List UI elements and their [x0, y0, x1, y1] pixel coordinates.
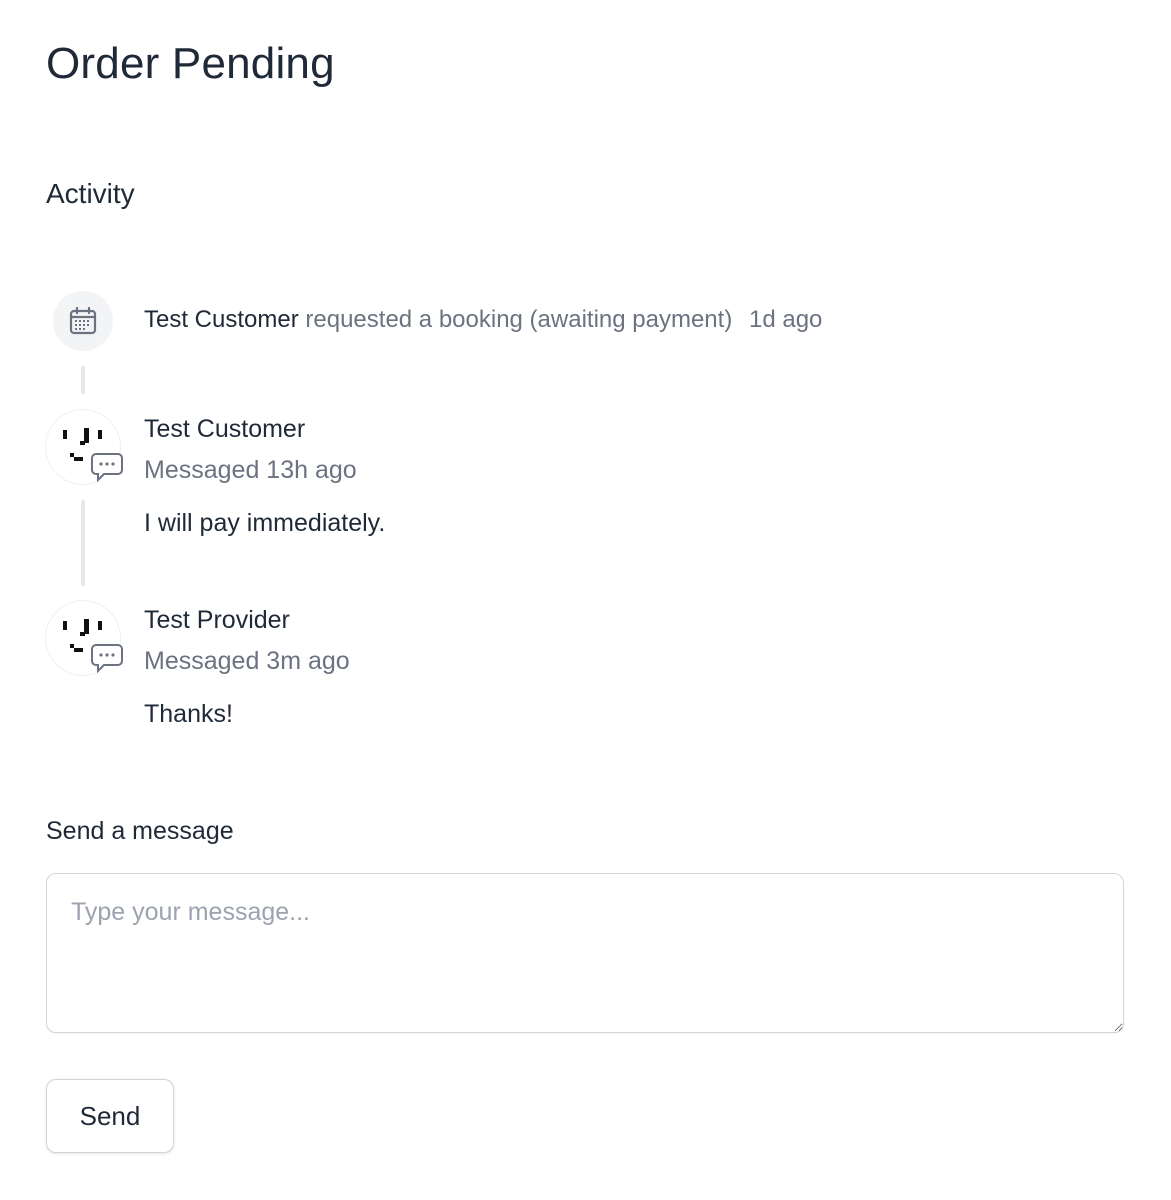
message-body: Thanks!	[144, 700, 233, 728]
booking-event-actor: Test Customer	[144, 306, 299, 333]
booking-event-description: requested a booking (awaiting payment)	[305, 306, 733, 333]
avatar	[46, 410, 126, 486]
booking-event-icon-wrap	[53, 291, 113, 351]
calendar-icon	[69, 306, 97, 335]
message-meta: Messaged 13h ago	[144, 456, 357, 484]
chat-badge	[88, 639, 126, 677]
message-author: Test Customer	[144, 415, 306, 443]
avatar	[46, 601, 126, 677]
message-meta: Messaged 3m ago	[144, 647, 350, 675]
page-title: Order Pending	[46, 39, 335, 88]
message-input[interactable]	[46, 873, 1124, 1033]
message-author: Test Provider	[144, 606, 290, 634]
timeline-connector	[81, 366, 85, 394]
chat-bubble-icon	[91, 453, 123, 483]
activity-heading: Activity	[46, 178, 135, 209]
chat-bubble-icon	[91, 644, 123, 674]
send-button[interactable]: Send	[46, 1079, 174, 1153]
message-body: I will pay immediately.	[144, 509, 386, 537]
booking-event-text: Test Customer requested a booking (await…	[144, 304, 822, 336]
chat-badge	[88, 448, 126, 486]
timeline-connector	[81, 500, 85, 586]
compose-label: Send a message	[46, 817, 234, 845]
booking-event-time: 1d ago	[749, 306, 823, 333]
